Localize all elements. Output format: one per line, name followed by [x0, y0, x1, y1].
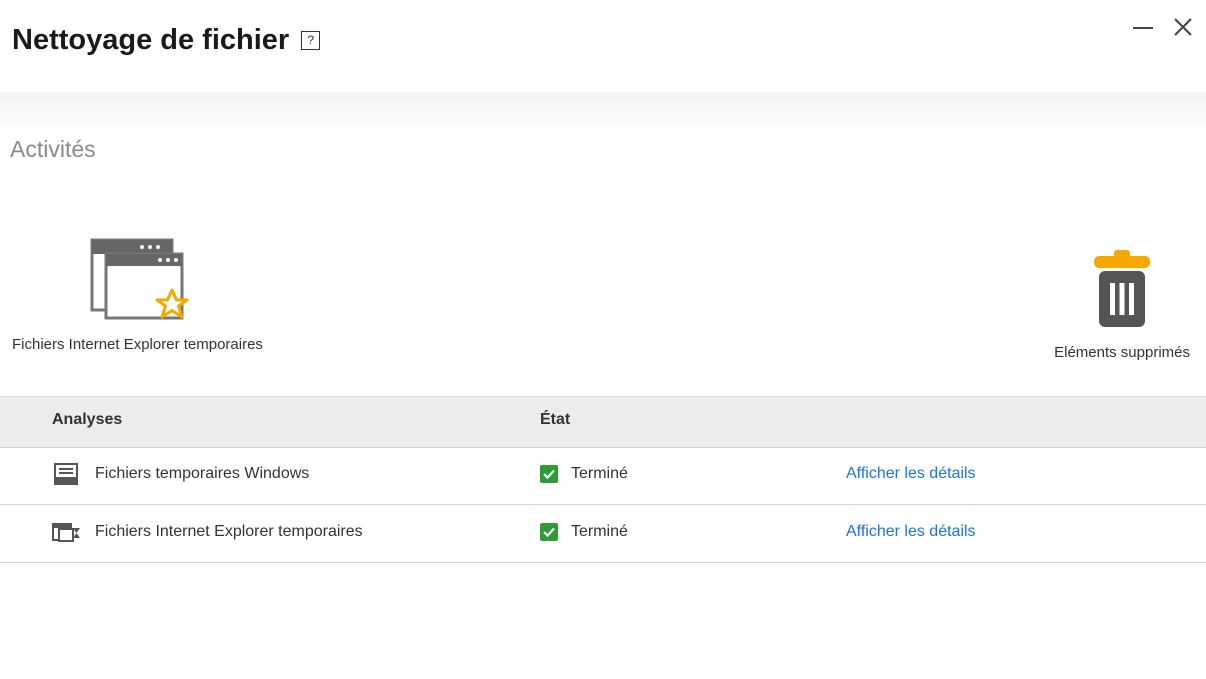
checkmark-icon: [540, 465, 558, 483]
browser-windows-star-icon: [90, 236, 263, 328]
page-title: Nettoyage de fichier ?: [12, 24, 321, 57]
help-icon[interactable]: ?: [301, 31, 321, 50]
row-name: Fichiers Internet Explorer temporaires: [95, 523, 363, 540]
section-title: Activités: [10, 136, 96, 162]
minimize-button[interactable]: [1130, 14, 1156, 40]
status-cell: Terminé: [540, 465, 628, 483]
window-controls: [1130, 14, 1196, 40]
header-banner: [0, 92, 1206, 138]
trash-bin-icon: [1090, 246, 1154, 332]
page-title-text: Nettoyage de fichier: [12, 24, 290, 56]
activity-ie-temp-files: Fichiers Internet Explorer temporaires: [12, 236, 263, 353]
activity-label: Eléments supprimés: [1054, 344, 1190, 361]
activity-deleted-items: Eléments supprimés: [1054, 246, 1190, 361]
ie-temp-files-icon: [52, 519, 80, 547]
windows-temp-files-icon: [52, 461, 80, 489]
column-header-analyses: Analyses: [52, 411, 123, 428]
status-text: Terminé: [571, 465, 628, 482]
column-header-state: État: [540, 411, 571, 428]
close-button[interactable]: [1170, 14, 1196, 40]
status-text: Terminé: [571, 523, 628, 540]
close-icon: [1174, 18, 1192, 36]
table-row: Fichiers Internet Explorer temporaires T…: [0, 505, 1206, 563]
view-details-link[interactable]: Afficher les détails: [846, 523, 976, 541]
view-details-link[interactable]: Afficher les détails: [846, 465, 976, 483]
minimize-icon: [1133, 27, 1153, 29]
status-cell: Terminé: [540, 523, 628, 541]
table-row: Fichiers temporaires Windows Terminé Aff…: [0, 447, 1206, 505]
activity-label: Fichiers Internet Explorer temporaires: [12, 336, 263, 353]
table-header: Analyses État: [0, 396, 1206, 448]
checkmark-icon: [540, 523, 558, 541]
row-name: Fichiers temporaires Windows: [95, 465, 310, 482]
